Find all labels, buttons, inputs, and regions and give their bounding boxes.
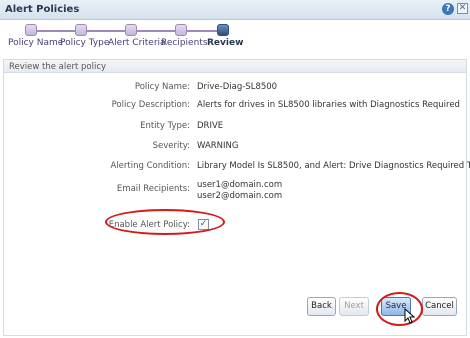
back-button[interactable]: Back xyxy=(307,297,336,316)
mouse-pointer-icon xyxy=(404,308,416,324)
train-label-policy-name[interactable]: Policy Name xyxy=(8,38,63,48)
train-connector xyxy=(29,30,219,32)
severity-label: Severity: xyxy=(152,141,190,151)
help-icon[interactable]: ? xyxy=(442,3,454,15)
severity-value: WARNING xyxy=(197,141,239,151)
train-step-review xyxy=(217,24,229,36)
window-titlebar: Alert Policies ? ✕ xyxy=(0,0,470,20)
entity-type-label: Entity Type: xyxy=(140,121,190,131)
next-button: Next xyxy=(339,297,369,316)
window-title: Alert Policies xyxy=(5,4,80,15)
email-recipient-2: user2@domain.com xyxy=(197,191,283,201)
email-recipient-1: user1@domain.com xyxy=(197,180,283,190)
train-step-policy-name[interactable] xyxy=(25,24,37,36)
entity-type-value: DRIVE xyxy=(197,121,224,131)
alerting-condition-label: Alerting Condition: xyxy=(110,161,190,171)
train-step-recipients[interactable] xyxy=(175,24,187,36)
train-label-review: Review xyxy=(207,38,244,48)
policy-name-label: Policy Name: xyxy=(134,82,190,92)
section-header: Review the alert policy xyxy=(4,60,466,73)
alerting-condition-value: Library Model Is SL8500, and Alert: Driv… xyxy=(197,161,470,171)
close-icon[interactable]: ✕ xyxy=(457,3,468,14)
train-label-alert-criteria[interactable]: Alert Criteria xyxy=(108,38,166,48)
train-label-recipients[interactable]: Recipients xyxy=(161,38,208,48)
section-title: Review the alert policy xyxy=(9,62,107,72)
policy-description-value: Alerts for drives in SL8500 libraries wi… xyxy=(197,100,460,110)
policy-name-value: Drive-Diag-SL8500 xyxy=(197,82,278,92)
policy-description-label: Policy Description: xyxy=(111,100,190,110)
wizard-train: Policy Name Policy Type Alert Criteria R… xyxy=(0,20,470,56)
email-recipients-label: Email Recipients: xyxy=(116,184,190,194)
train-step-alert-criteria[interactable] xyxy=(125,24,137,36)
train-step-policy-type[interactable] xyxy=(75,24,87,36)
highlight-oval-checkbox xyxy=(105,209,225,235)
cancel-button[interactable]: Cancel xyxy=(422,297,457,316)
train-label-policy-type[interactable]: Policy Type xyxy=(60,38,109,48)
